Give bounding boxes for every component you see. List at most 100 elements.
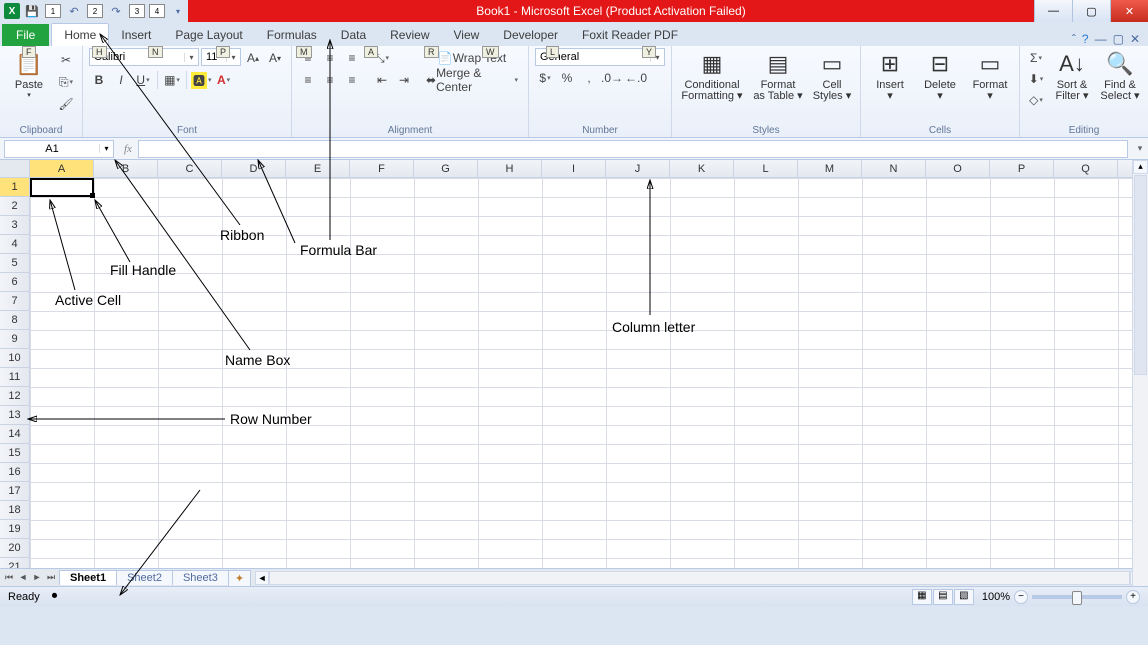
- sheet-nav-next-icon[interactable]: ►: [30, 572, 44, 583]
- sheet-tab-3[interactable]: Sheet3: [172, 570, 229, 585]
- find-select-button[interactable]: 🔍 Find &Select ▾: [1098, 48, 1142, 104]
- format-painter-icon[interactable]: 🖌: [56, 94, 76, 114]
- row-header[interactable]: 13: [0, 406, 29, 425]
- qat-redo-icon[interactable]: ↷: [106, 2, 126, 20]
- copy-icon[interactable]: ⎘▾: [56, 72, 76, 92]
- tab-review[interactable]: Review: [378, 24, 441, 46]
- select-all-corner[interactable]: [0, 160, 30, 177]
- name-box-arrow-icon[interactable]: ▾: [99, 144, 113, 153]
- column-header[interactable]: A: [30, 160, 94, 177]
- row-header[interactable]: 21: [0, 558, 29, 568]
- row-header[interactable]: 11: [0, 368, 29, 387]
- active-cell[interactable]: [30, 178, 94, 197]
- row-header[interactable]: 12: [0, 387, 29, 406]
- comma-format-icon[interactable]: ,: [579, 68, 599, 88]
- cell-styles-button[interactable]: ▭ CellStyles ▾: [810, 48, 854, 104]
- sheet-nav-first-icon[interactable]: ⏮: [2, 572, 16, 583]
- tab-home[interactable]: Home: [51, 23, 109, 46]
- row-header[interactable]: 10: [0, 349, 29, 368]
- bold-button[interactable]: B: [89, 70, 109, 90]
- qat-customize-icon[interactable]: ▾: [168, 2, 188, 20]
- file-tab[interactable]: File: [2, 24, 49, 46]
- delete-cells-button[interactable]: ⊟ Delete▾: [917, 48, 963, 104]
- fx-icon[interactable]: fx: [124, 143, 132, 155]
- tab-developer[interactable]: Developer: [491, 24, 570, 46]
- column-header[interactable]: D: [222, 160, 286, 177]
- border-icon[interactable]: ▦▾: [162, 70, 182, 90]
- formula-input[interactable]: [138, 140, 1128, 158]
- row-header[interactable]: 9: [0, 330, 29, 349]
- maximize-button[interactable]: ▢: [1072, 0, 1110, 22]
- column-header[interactable]: P: [990, 160, 1054, 177]
- row-header[interactable]: 15: [0, 444, 29, 463]
- grow-font-icon[interactable]: A▴: [243, 48, 263, 68]
- minimize-button[interactable]: ―: [1034, 0, 1072, 22]
- row-header[interactable]: 4: [0, 235, 29, 254]
- tab-view[interactable]: View: [442, 24, 492, 46]
- column-header[interactable]: N: [862, 160, 926, 177]
- zoom-level[interactable]: 100%: [982, 591, 1010, 603]
- tab-formulas[interactable]: Formulas: [255, 24, 329, 46]
- row-header[interactable]: 20: [0, 539, 29, 558]
- zoom-out-button[interactable]: −: [1014, 590, 1028, 604]
- accounting-format-icon[interactable]: $▾: [535, 68, 555, 88]
- fill-color-icon[interactable]: 🅰▾: [191, 70, 212, 90]
- column-header[interactable]: C: [158, 160, 222, 177]
- cells-area[interactable]: [30, 178, 1148, 568]
- align-left-icon[interactable]: ≡: [298, 70, 318, 90]
- increase-decimal-icon[interactable]: .0→: [601, 68, 623, 88]
- clear-icon[interactable]: ◇▾: [1026, 90, 1046, 110]
- row-header[interactable]: 19: [0, 520, 29, 539]
- column-header[interactable]: Q: [1054, 160, 1118, 177]
- qat-undo-icon[interactable]: ↶: [64, 2, 84, 20]
- doc-close-icon[interactable]: ✕: [1130, 32, 1140, 46]
- tab-data[interactable]: Data: [329, 24, 378, 46]
- row-header[interactable]: 8: [0, 311, 29, 330]
- percent-format-icon[interactable]: %: [557, 68, 577, 88]
- row-header[interactable]: 3: [0, 216, 29, 235]
- insert-cells-button[interactable]: ⊞ Insert▾: [867, 48, 913, 104]
- qat-save-icon[interactable]: 💾: [22, 2, 42, 20]
- merge-center-button[interactable]: ⬌ Merge & Center▾: [422, 70, 522, 90]
- new-sheet-icon[interactable]: ✦: [228, 570, 251, 586]
- column-header[interactable]: K: [670, 160, 734, 177]
- sheet-tab-2[interactable]: Sheet2: [116, 570, 173, 585]
- align-middle-icon[interactable]: ≡: [320, 48, 340, 68]
- vertical-scrollbar[interactable]: ▴: [1132, 160, 1148, 586]
- column-header[interactable]: F: [350, 160, 414, 177]
- row-header[interactable]: 2: [0, 197, 29, 216]
- align-right-icon[interactable]: ≡: [342, 70, 362, 90]
- cut-icon[interactable]: ✂: [56, 50, 76, 70]
- fill-icon[interactable]: ⬇▾: [1026, 69, 1046, 89]
- sort-filter-button[interactable]: A↓ Sort &Filter ▾: [1050, 48, 1094, 104]
- column-header[interactable]: O: [926, 160, 990, 177]
- indent-increase-icon[interactable]: ⇥: [394, 70, 414, 90]
- format-cells-button[interactable]: ▭ Format▾: [967, 48, 1013, 104]
- zoom-slider[interactable]: [1032, 595, 1122, 599]
- excel-icon[interactable]: X: [4, 3, 20, 19]
- tab-insert[interactable]: Insert: [109, 24, 163, 46]
- font-color-icon[interactable]: A▾: [214, 70, 234, 90]
- horizontal-scrollbar[interactable]: ◄►: [251, 571, 1148, 585]
- sheet-nav-last-icon[interactable]: ⏭: [44, 572, 58, 583]
- align-bottom-icon[interactable]: ≡: [342, 48, 362, 68]
- doc-restore-icon[interactable]: ▢: [1113, 32, 1124, 46]
- column-header[interactable]: E: [286, 160, 350, 177]
- doc-minimize-icon[interactable]: ―: [1095, 32, 1107, 46]
- decrease-decimal-icon[interactable]: ←.0: [625, 68, 647, 88]
- italic-button[interactable]: I: [111, 70, 131, 90]
- formula-bar-expand-icon[interactable]: ▾: [1132, 143, 1148, 154]
- shrink-font-icon[interactable]: A▾: [265, 48, 285, 68]
- help-icon[interactable]: ?: [1082, 32, 1089, 46]
- sheet-nav-prev-icon[interactable]: ◄: [16, 572, 30, 583]
- conditional-formatting-button[interactable]: ▦ ConditionalFormatting ▾: [678, 48, 746, 104]
- zoom-in-button[interactable]: +: [1126, 590, 1140, 604]
- view-normal-icon[interactable]: ▦: [912, 589, 932, 605]
- row-header[interactable]: 17: [0, 482, 29, 501]
- column-header[interactable]: I: [542, 160, 606, 177]
- record-macro-icon[interactable]: ⏺: [48, 590, 62, 603]
- sheet-tab-1[interactable]: Sheet1: [59, 570, 117, 585]
- column-header[interactable]: G: [414, 160, 478, 177]
- close-button[interactable]: ✕: [1110, 0, 1148, 22]
- row-header[interactable]: 16: [0, 463, 29, 482]
